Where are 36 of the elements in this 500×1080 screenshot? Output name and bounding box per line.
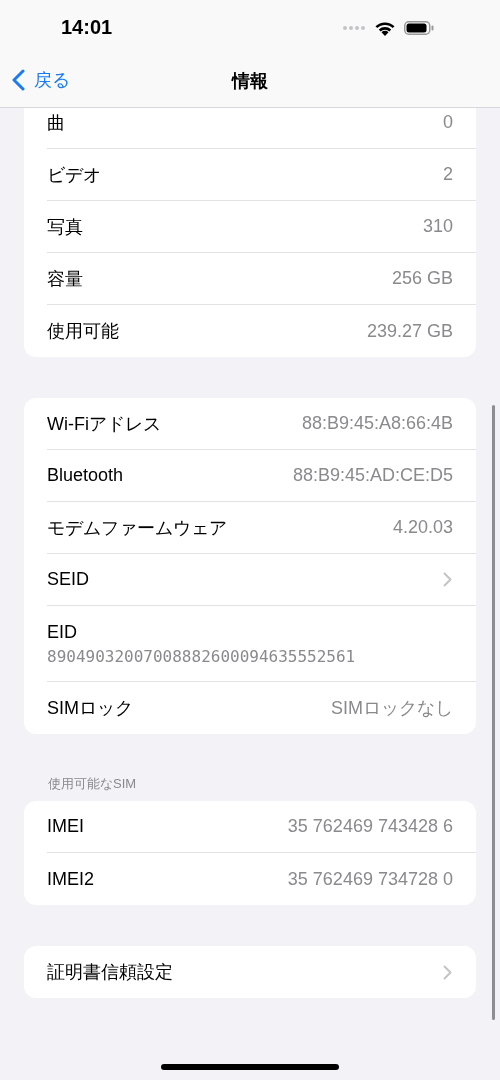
row-label: ビデオ xyxy=(47,163,101,187)
row-value: 310 xyxy=(422,216,453,237)
row-label: 写真 xyxy=(47,215,83,239)
row-value: SIMロックなし xyxy=(331,697,453,720)
row-label: EID xyxy=(47,621,77,643)
row-label: 使用可能 xyxy=(47,320,119,343)
row-label: 容量 xyxy=(47,267,83,291)
row-label: SIMロック xyxy=(47,697,133,720)
screen-title: 情報 xyxy=(232,70,268,93)
chevron-right-icon xyxy=(443,964,452,980)
settings-row[interactable]: SEID xyxy=(47,554,476,606)
section-header: 使用可能なSIM xyxy=(47,775,138,793)
row-value: 2 xyxy=(443,164,453,185)
row-value: 239.27 GB xyxy=(366,320,453,342)
row-label: IMEI xyxy=(47,816,84,837)
back-button[interactable]: 戻る xyxy=(12,68,70,92)
row-label: Wi-Fiアドレス xyxy=(47,412,161,436)
chevron-left-icon xyxy=(12,69,25,91)
row-label: Bluetooth xyxy=(47,465,124,486)
wifi-icon xyxy=(374,19,396,36)
row-label: IMEI2 xyxy=(47,868,94,890)
row-value: 0 xyxy=(443,112,453,133)
chevron-right-icon xyxy=(443,572,452,587)
row-value: 89049032007008882600094635552561 xyxy=(47,646,356,666)
row-label: モデムファームウェア xyxy=(47,516,227,540)
row-value: 4.20.03 xyxy=(392,517,453,538)
row-value: 88:B9:45:AD:CE:D5 xyxy=(292,465,453,486)
row-label: 曲 xyxy=(47,111,65,135)
row-value: 35 762469 743428 6 xyxy=(287,816,453,837)
settings-row[interactable]: 証明書信頼設定 xyxy=(47,946,476,998)
signal-icon xyxy=(342,24,366,31)
battery-icon xyxy=(404,20,434,35)
row-value: 88:B9:45:A8:66:4B xyxy=(301,413,453,434)
row-value: 256 GB xyxy=(391,268,453,289)
status-time: 14:01 xyxy=(61,16,113,39)
row-value: 35 762469 734728 0 xyxy=(287,868,453,890)
